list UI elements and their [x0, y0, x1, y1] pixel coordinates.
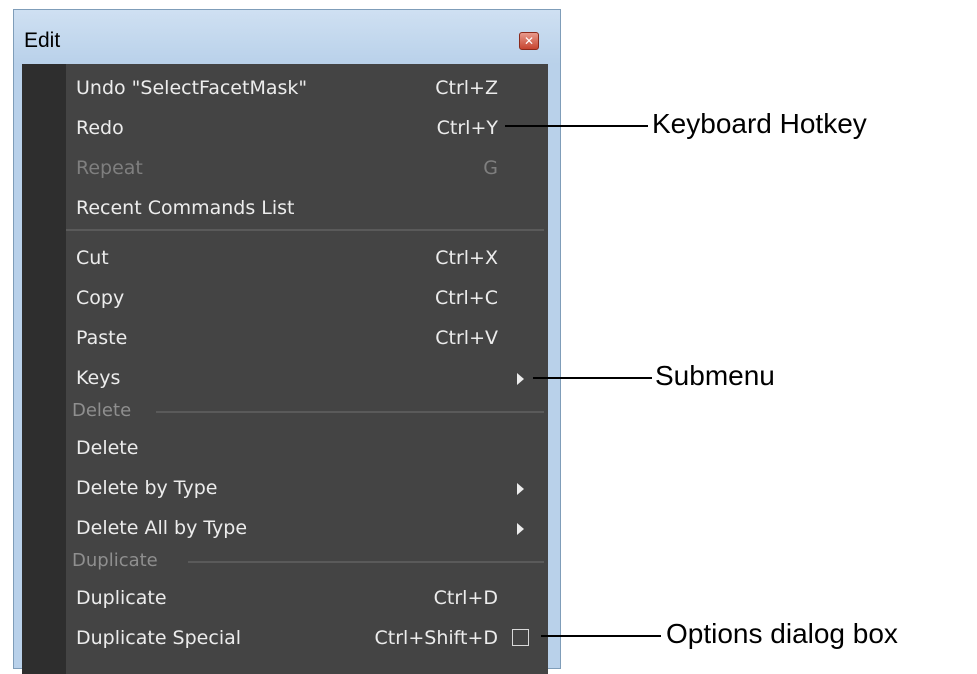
menu-item-hotkey: Ctrl+Shift+D [374, 627, 498, 649]
edit-menu-window: Edit ✕ Undo "SelectFacetMask" Ctrl+Z Red… [13, 9, 561, 674]
callout-keyboard-hotkey: Keyboard Hotkey [652, 108, 867, 139]
title-bar[interactable]: Edit ✕ [14, 10, 560, 64]
menu-item-repeat: Repeat G [66, 147, 544, 187]
menu-item-hotkey: G [483, 157, 498, 179]
menu-item-hotkey: Ctrl+X [435, 247, 498, 269]
menu-item-delete[interactable]: Delete [66, 427, 544, 467]
menu-item-hotkey: Ctrl+C [435, 287, 498, 309]
window-title: Edit [24, 29, 61, 52]
menu-item-hotkey: Ctrl+Z [435, 77, 498, 99]
section-header-duplicate: Duplicate [66, 548, 544, 574]
callout-options-dialog-box: Options dialog box [666, 618, 898, 649]
menu-item-label: Delete All by Type [76, 517, 248, 539]
menu-item-redo[interactable]: Redo Ctrl+Y [66, 107, 544, 147]
submenu-arrow-icon [517, 523, 524, 535]
menu-item-label: Recent Commands List [76, 197, 295, 219]
menu-item-paste[interactable]: Paste Ctrl+V [66, 317, 544, 357]
submenu-arrow-icon [517, 373, 524, 385]
section-divider [188, 561, 544, 563]
options-box-icon[interactable] [512, 629, 529, 646]
callout-line-options-dialog-box [541, 635, 661, 637]
menu-item-duplicate[interactable]: Duplicate Ctrl+D [66, 577, 544, 617]
menu-separator [66, 229, 544, 231]
menu-item-cut[interactable]: Cut Ctrl+X [66, 237, 544, 277]
menu-item-label: Repeat [76, 157, 143, 179]
menu-item-label: Duplicate Special [76, 627, 242, 649]
submenu-arrow-icon [517, 483, 524, 495]
section-header-delete: Delete [66, 398, 544, 424]
menu-item-label: Copy [76, 287, 125, 309]
menu-item-delete-by-type[interactable]: Delete by Type [66, 467, 544, 507]
menu-item-keys[interactable]: Keys [66, 357, 544, 397]
menu-item-duplicate-special[interactable]: Duplicate Special Ctrl+Shift+D [66, 617, 544, 657]
menu-item-label: Delete by Type [76, 477, 218, 499]
menu-item-recent-commands-list[interactable]: Recent Commands List [66, 187, 544, 227]
menu-item-label: Cut [76, 247, 109, 269]
section-label: Delete [72, 400, 142, 421]
menu-icon-gutter [22, 64, 66, 674]
callout-submenu: Submenu [655, 360, 775, 391]
callout-line-keyboard-hotkey [505, 125, 648, 127]
menu-item-label: Delete [76, 437, 139, 459]
menu-item-label: Redo [76, 117, 124, 139]
menu-item-copy[interactable]: Copy Ctrl+C [66, 277, 544, 317]
menu-item-label: Duplicate [76, 587, 167, 609]
menu-item-hotkey: Ctrl+Y [436, 117, 498, 139]
menu-item-label: Keys [76, 367, 121, 389]
menu-item-hotkey: Ctrl+V [435, 327, 498, 349]
section-divider [156, 411, 544, 413]
menu-panel: Undo "SelectFacetMask" Ctrl+Z Redo Ctrl+… [22, 64, 548, 674]
close-button[interactable]: ✕ [519, 32, 539, 50]
menu-item-label: Undo "SelectFacetMask" [76, 77, 308, 99]
menu-item-label: Paste [76, 327, 128, 349]
menu-item-hotkey: Ctrl+D [433, 587, 498, 609]
menu-item-undo[interactable]: Undo "SelectFacetMask" Ctrl+Z [66, 67, 544, 107]
section-label: Duplicate [72, 550, 168, 571]
close-icon: ✕ [523, 34, 535, 48]
menu-item-delete-all-by-type[interactable]: Delete All by Type [66, 507, 544, 547]
callout-line-submenu [533, 377, 652, 379]
